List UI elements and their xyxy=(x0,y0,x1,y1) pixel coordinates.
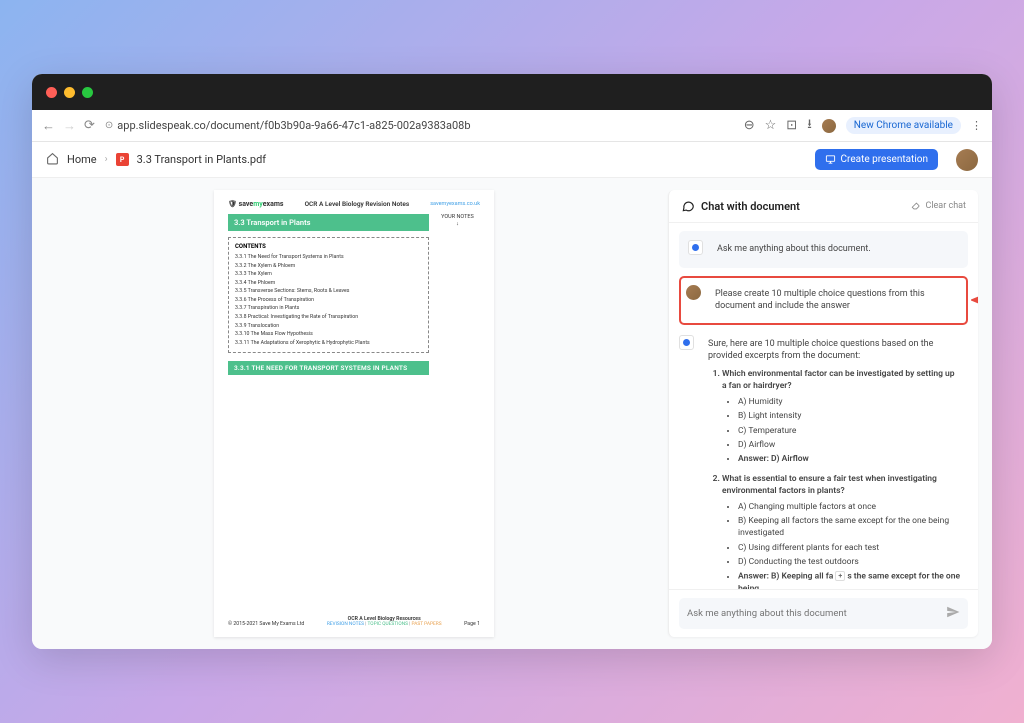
chat-input-container xyxy=(679,598,968,629)
download-icon[interactable]: ⭳ xyxy=(807,115,812,137)
home-icon[interactable] xyxy=(46,150,59,169)
window-close-icon[interactable] xyxy=(46,87,57,98)
extensions-icon[interactable]: ⊡ xyxy=(786,118,797,133)
bot-avatar-icon xyxy=(679,335,694,350)
answer-text: Answer: D) Airflow xyxy=(738,454,961,466)
bot-avatar-icon xyxy=(688,240,703,255)
chevron-right-icon: › xyxy=(105,154,108,165)
user-avatar[interactable] xyxy=(956,149,978,171)
copyright-text: © 2015-2021 Save My Exams Ltd xyxy=(228,621,304,627)
user-message-highlighted: Please create 10 multiple choice questio… xyxy=(679,276,968,325)
user-message-avatar xyxy=(686,285,701,300)
expand-icon[interactable]: + xyxy=(835,571,845,581)
document-link: savemyexams.co.uk xyxy=(430,201,480,207)
contents-label: CONTENTS xyxy=(235,243,422,250)
site-info-icon[interactable]: ⊙ xyxy=(105,120,113,131)
assistant-message: Ask me anything about this document. xyxy=(679,231,968,268)
url-text: app.slidespeak.co/document/f0b3b90a-9a66… xyxy=(117,119,470,132)
chat-title: Chat with document xyxy=(681,199,800,213)
callout-arrow-icon xyxy=(971,295,978,305)
zoom-icon[interactable]: ⊖ xyxy=(744,118,755,133)
clear-chat-button[interactable]: Clear chat xyxy=(911,201,966,211)
assistant-intro-text: Ask me anything about this document. xyxy=(710,238,959,261)
section-banner: 3.3 Transport in Plants xyxy=(228,214,429,231)
window-titlebar xyxy=(32,74,992,110)
response-intro-text: Sure, here are 10 multiple choice questi… xyxy=(708,339,933,362)
chrome-update-button[interactable]: New Chrome available xyxy=(846,117,961,134)
menu-icon[interactable]: ⋮ xyxy=(971,119,982,132)
bookmark-icon[interactable]: ☆ xyxy=(765,118,777,133)
chat-input[interactable] xyxy=(687,608,940,619)
browser-window: ← → ⟳ ⊙ app.slidespeak.co/document/f0b3b… xyxy=(32,74,992,649)
assistant-response: Sure, here are 10 multiple choice questi… xyxy=(679,333,968,589)
presentation-icon xyxy=(825,154,836,165)
chat-icon xyxy=(681,199,695,213)
send-icon xyxy=(946,605,960,619)
browser-toolbar: ← → ⟳ ⊙ app.slidespeak.co/document/f0b3b… xyxy=(32,110,992,142)
back-button[interactable]: ← xyxy=(42,118,55,134)
eraser-icon xyxy=(911,201,921,211)
your-notes-label: YOUR NOTES ↓ xyxy=(435,214,480,375)
app-header: Home › P 3.3 Transport in Plants.pdf Cre… xyxy=(32,142,992,178)
window-minimize-icon[interactable] xyxy=(64,87,75,98)
breadcrumb-document: 3.3 Transport in Plants.pdf xyxy=(137,153,267,166)
profile-avatar[interactable] xyxy=(822,119,836,133)
question-2: What is essential to ensure a fair test … xyxy=(722,474,961,589)
contents-list: 3.3.1 The Need for Transport Systems in … xyxy=(235,253,422,347)
create-presentation-button[interactable]: Create presentation xyxy=(815,149,938,170)
user-message-text: Please create 10 multiple choice questio… xyxy=(708,283,961,318)
window-maximize-icon[interactable] xyxy=(82,87,93,98)
chat-panel: Chat with document Clear chat Ask me any… xyxy=(668,190,978,637)
document-page: 🛡 savemyexams OCR A Level Biology Revisi… xyxy=(214,190,494,637)
subsection-banner: 3.3.1 THE NEED FOR TRANSPORT SYSTEMS IN … xyxy=(228,361,429,375)
chat-messages[interactable]: Ask me anything about this document. Ple… xyxy=(669,223,978,589)
document-viewer[interactable]: 🛡 savemyexams OCR A Level Biology Revisi… xyxy=(32,178,668,649)
question-1: Which environmental factor can be invest… xyxy=(722,369,961,466)
pdf-icon: P xyxy=(116,153,129,166)
forward-button[interactable]: → xyxy=(63,118,76,134)
answer-text: Answer: B) Keeping all fa+s the same exc… xyxy=(738,571,961,589)
publisher-logo: 🛡 savemyexams xyxy=(228,200,284,208)
url-bar[interactable]: ⊙ app.slidespeak.co/document/f0b3b90a-9a… xyxy=(105,119,471,132)
contents-box: CONTENTS 3.3.1 The Need for Transport Sy… xyxy=(228,237,429,353)
breadcrumb-home[interactable]: Home xyxy=(67,153,97,166)
document-brand: OCR A Level Biology Revision Notes xyxy=(305,200,410,208)
page-number: Page 1 xyxy=(464,621,480,627)
reload-button[interactable]: ⟳ xyxy=(84,118,95,134)
send-button[interactable] xyxy=(946,604,960,623)
document-footer: © 2015-2021 Save My Exams Ltd OCR A Leve… xyxy=(228,616,480,627)
